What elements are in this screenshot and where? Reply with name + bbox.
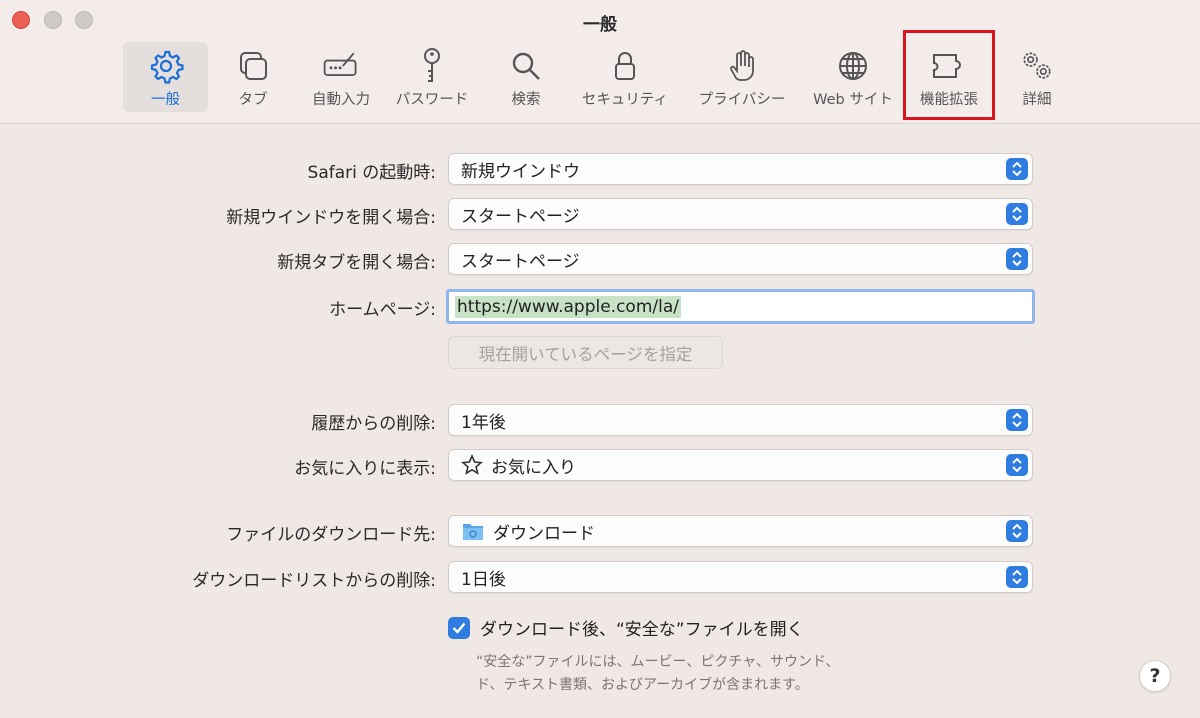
folder-icon (461, 520, 485, 542)
homepage-label: ホームページ: (329, 300, 436, 320)
hand-icon (722, 46, 762, 86)
tab-label: プライバシー (698, 92, 786, 108)
popup-value: 1日後 (461, 569, 506, 590)
favorites-popup[interactable]: お気に入り (448, 449, 1033, 481)
tab-label: タブ (238, 92, 268, 108)
download-list-label: ダウンロードリストからの削除: (192, 571, 436, 591)
autofill-icon (321, 46, 361, 86)
chevron-updown-icon (1006, 248, 1028, 270)
chevron-updown-icon (1006, 158, 1028, 180)
new-tab-label: 新規タブを開く場合: (277, 253, 436, 273)
download-location-label: ファイルのダウンロード先: (226, 525, 436, 545)
star-icon (461, 454, 483, 476)
safe-files-note-line2: ド、テキスト書類、およびアーカイブが含まれます。 (476, 677, 809, 693)
extensions-highlight-box (903, 30, 995, 120)
checkmark-icon (452, 622, 466, 634)
tab-label: 一般 (151, 92, 180, 108)
download-list-removal-popup[interactable]: 1日後 (448, 561, 1033, 593)
key-icon (412, 46, 452, 86)
tab-label: セキュリティ (581, 92, 669, 108)
chevron-updown-icon (1006, 520, 1028, 542)
launch-popup[interactable]: 新規ウインドウ (448, 153, 1033, 185)
favorites-label: お気に入りに表示: (294, 459, 436, 479)
lock-icon (605, 46, 645, 86)
help-button[interactable]: ? (1139, 660, 1171, 692)
tab-websites[interactable]: Web サイト (806, 42, 900, 112)
tab-passwords[interactable]: パスワード (388, 42, 476, 112)
tab-label: 自動入力 (312, 92, 370, 108)
set-current-page-button[interactable]: 現在開いているページを指定 (448, 336, 723, 369)
tab-label: 検索 (511, 92, 541, 108)
launch-label: Safari の起動時: (307, 163, 436, 183)
chevron-updown-icon (1006, 203, 1028, 225)
open-safe-files-row: ダウンロード後、“安全な”ファイルを開く (448, 615, 804, 640)
popup-value: 1年後 (461, 412, 506, 433)
tab-general[interactable]: 一般 (123, 42, 208, 112)
download-location-popup[interactable]: ダウンロード (448, 515, 1033, 547)
preferences-window: 一般 一般 タブ 自動入力 パスワード 検索 セキュリティ プライバシー Web… (0, 0, 1200, 718)
popup-value: ダウンロード (493, 523, 595, 544)
tab-advanced[interactable]: 詳細 (1010, 42, 1064, 112)
safe-files-note-line1: “安全な”ファイルには、ムービー、ピクチャ、サウンド、 (476, 654, 840, 670)
tab-tabs[interactable]: タブ (222, 42, 284, 112)
tab-label: Web サイト (813, 92, 893, 108)
tab-autofill[interactable]: 自動入力 (305, 42, 377, 112)
chevron-updown-icon (1006, 566, 1028, 588)
homepage-value: https://www.apple.com/la/ (455, 295, 681, 318)
tab-privacy[interactable]: プライバシー (692, 42, 792, 112)
popup-value: お気に入り (491, 457, 576, 478)
popup-value: スタートページ (461, 206, 580, 227)
history-label: 履歴からの削除: (311, 414, 436, 434)
tab-search[interactable]: 検索 (500, 42, 552, 112)
tab-label: 詳細 (1022, 92, 1052, 108)
new-window-label: 新規ウインドウを開く場合: (226, 208, 436, 228)
toolbar: 一般 一般 タブ 自動入力 パスワード 検索 セキュリティ プライバシー Web… (0, 0, 1200, 124)
popup-value: スタートページ (461, 251, 580, 272)
history-removal-popup[interactable]: 1年後 (448, 404, 1033, 436)
gear-icon (146, 46, 186, 86)
open-safe-files-label: ダウンロード後、“安全な”ファイルを開く (480, 620, 804, 640)
new-window-popup[interactable]: スタートページ (448, 198, 1033, 230)
search-icon (506, 46, 546, 86)
window-title: 一般 (583, 15, 617, 35)
open-safe-files-checkbox[interactable] (448, 616, 470, 639)
tab-security[interactable]: セキュリティ (575, 42, 675, 112)
new-tab-popup[interactable]: スタートページ (448, 243, 1033, 275)
popup-value: 新規ウインドウ (461, 161, 580, 182)
tab-label: パスワード (395, 92, 469, 108)
chevron-updown-icon (1006, 409, 1028, 431)
tabs-icon (233, 46, 273, 86)
gears-icon (1017, 46, 1057, 86)
globe-icon (833, 46, 873, 86)
chevron-updown-icon (1006, 454, 1028, 476)
homepage-field[interactable]: https://www.apple.com/la/ (446, 289, 1035, 324)
